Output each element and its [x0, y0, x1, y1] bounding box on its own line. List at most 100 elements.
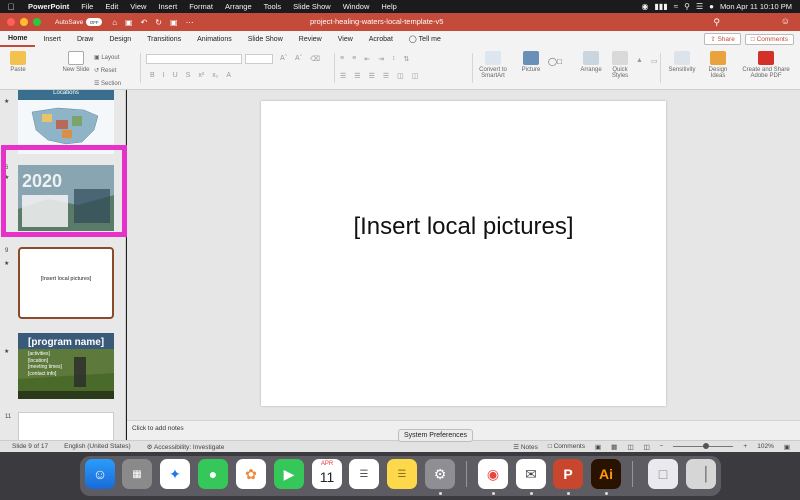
safari-icon[interactable]: ✦: [160, 459, 190, 489]
align-text-icon[interactable]: ◫: [412, 72, 419, 80]
slide-thumbnails-panel[interactable]: ★ Locations 6 ★ 2020 9 ★ [Insert local p…: [0, 90, 126, 440]
underline-icon[interactable]: U: [173, 72, 178, 79]
downloads-stack-icon[interactable]: □: [648, 459, 678, 489]
control-center-icon[interactable]: ☰: [696, 2, 703, 11]
font-color-icon[interactable]: A: [226, 72, 231, 79]
current-slide[interactable]: [Insert local pictures]: [261, 101, 666, 406]
align-left-icon[interactable]: ☰: [340, 72, 346, 80]
finder-icon[interactable]: ☺: [85, 459, 115, 489]
increase-font-icon[interactable]: Aˆ: [280, 55, 287, 63]
menu-help[interactable]: Help: [375, 2, 402, 11]
creative-cloud-icon[interactable]: ◉: [642, 2, 649, 11]
tab-slide-show[interactable]: Slide Show: [240, 31, 291, 47]
menu-app-name[interactable]: PowerPoint: [22, 2, 75, 11]
menu-view[interactable]: View: [124, 2, 152, 11]
slide-thumbnail-10[interactable]: [program name] [activities] [location] […: [18, 333, 114, 399]
shapes-button[interactable]: ◯□: [548, 57, 562, 66]
more-icon[interactable]: ⋯: [186, 18, 194, 27]
save-icon[interactable]: ▣: [125, 18, 133, 27]
design-ideas-button[interactable]: Design Ideas: [704, 51, 732, 79]
zoom-window-button[interactable]: [33, 18, 41, 26]
tab-view[interactable]: View: [330, 31, 361, 47]
superscript-icon[interactable]: x²: [198, 72, 204, 79]
zoom-slider[interactable]: [673, 443, 734, 449]
system-preferences-icon[interactable]: ⚙: [425, 459, 455, 489]
new-slide-button[interactable]: New Slide: [62, 51, 90, 73]
siri-icon[interactable]: ●: [709, 2, 714, 11]
search-icon[interactable]: ⚲: [713, 17, 720, 28]
font-size-select[interactable]: [245, 54, 273, 64]
tab-animations[interactable]: Animations: [189, 31, 240, 47]
slide-sorter-icon[interactable]: ▦: [611, 443, 617, 451]
redo-icon[interactable]: ↻: [155, 18, 162, 27]
picture-button[interactable]: Picture: [518, 51, 544, 73]
numbering-icon[interactable]: ≡: [352, 55, 356, 63]
search-icon[interactable]: ⚲: [684, 2, 690, 11]
decrease-indent-icon[interactable]: ⇤: [364, 55, 370, 63]
slide-thumbnail-11[interactable]: [18, 412, 114, 440]
align-center-icon[interactable]: ☰: [354, 72, 360, 80]
tab-insert[interactable]: Insert: [35, 31, 69, 47]
slide-placeholder-text[interactable]: [Insert local pictures]: [261, 213, 666, 241]
calendar-icon[interactable]: APR 11: [312, 459, 342, 489]
align-right-icon[interactable]: ☰: [369, 72, 375, 80]
decrease-font-icon[interactable]: Aˇ: [295, 55, 302, 63]
text-direction-icon[interactable]: ⇅: [403, 55, 409, 63]
subscript-icon[interactable]: x₂: [212, 72, 218, 79]
facetime-icon[interactable]: ▶: [274, 459, 304, 489]
undo-icon[interactable]: ↶: [141, 18, 148, 27]
present-icon[interactable]: ▣: [170, 18, 178, 27]
justify-icon[interactable]: ☰: [383, 72, 389, 80]
menu-arrange[interactable]: Arrange: [219, 2, 258, 11]
tab-transitions[interactable]: Transitions: [139, 31, 189, 47]
share-button[interactable]: ⇧ Share: [704, 33, 741, 45]
reminders-icon[interactable]: ☰: [349, 459, 379, 489]
paste-button[interactable]: Paste: [4, 51, 32, 73]
menu-edit[interactable]: Edit: [99, 2, 124, 11]
bold-icon[interactable]: B: [150, 72, 155, 79]
tab-review[interactable]: Review: [291, 31, 330, 47]
line-spacing-icon[interactable]: ↕: [392, 55, 396, 63]
menu-window[interactable]: Window: [337, 2, 376, 11]
powerpoint-icon[interactable]: P: [553, 459, 583, 489]
menu-tools[interactable]: Tools: [258, 2, 288, 11]
launchpad-icon[interactable]: ▦: [122, 459, 152, 489]
trash-icon[interactable]: ▕: [686, 459, 716, 489]
bullets-icon[interactable]: ≡: [340, 55, 344, 63]
shape-outline-icon[interactable]: ▭: [651, 57, 658, 65]
menubar-clock[interactable]: Mon Apr 11 10:10 PM: [720, 2, 792, 11]
messages-icon[interactable]: ●: [198, 459, 228, 489]
home-icon[interactable]: ⌂: [112, 18, 117, 27]
minimize-window-button[interactable]: [20, 18, 28, 26]
normal-view-icon[interactable]: ▣: [595, 443, 601, 451]
account-icon[interactable]: ☺: [781, 16, 790, 26]
tab-home[interactable]: Home: [0, 31, 36, 47]
reset-button[interactable]: ↺ Reset: [94, 65, 121, 78]
autosave-toggle[interactable]: OFF: [86, 18, 103, 26]
zoom-slider-handle[interactable]: [703, 443, 710, 449]
menu-slide-show[interactable]: Slide Show: [287, 2, 337, 11]
wifi-icon[interactable]: ≈: [674, 2, 678, 11]
quick-styles-button[interactable]: Quick Styles: [606, 51, 634, 79]
create-share-pdf-button[interactable]: Create and Share Adobe PDF: [736, 51, 796, 79]
comments-button[interactable]: □ Comments: [744, 33, 794, 45]
font-name-select[interactable]: [146, 54, 242, 64]
clear-format-icon[interactable]: ⌫: [310, 55, 320, 63]
illustrator-icon[interactable]: Ai: [591, 459, 621, 489]
zoom-out-icon[interactable]: −: [660, 443, 664, 450]
zoom-in-icon[interactable]: +: [743, 443, 747, 450]
slide-show-icon[interactable]: ◫: [643, 443, 649, 451]
menu-format[interactable]: Format: [183, 2, 219, 11]
reading-view-icon[interactable]: ◫: [627, 443, 633, 451]
convert-smartart-button[interactable]: Convert to SmartArt: [474, 51, 512, 79]
chrome-icon[interactable]: ◉: [478, 459, 508, 489]
mail-icon[interactable]: ✉: [516, 459, 546, 489]
apple-icon[interactable]: : [0, 2, 22, 12]
sensitivity-button[interactable]: Sensitivity: [664, 51, 700, 73]
menu-file[interactable]: File: [75, 2, 99, 11]
tab-tell-me[interactable]: ◯ Tell me: [401, 31, 449, 47]
notes-app-icon[interactable]: ☰: [387, 459, 417, 489]
shape-fill-icon[interactable]: ▲: [636, 57, 643, 65]
fit-slide-icon[interactable]: ▣: [784, 443, 790, 451]
tab-design[interactable]: Design: [101, 31, 139, 47]
